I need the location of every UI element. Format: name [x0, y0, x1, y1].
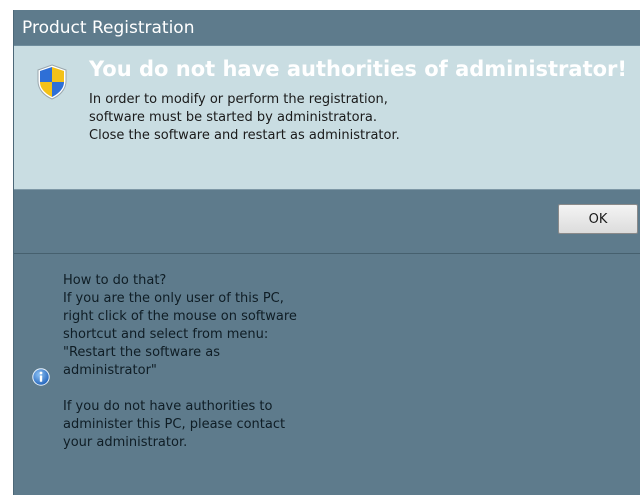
- help-line: If you do not have authorities to: [63, 399, 273, 414]
- help-line: your administrator.: [63, 435, 188, 450]
- help-instructions: How to do that? If you are the only user…: [63, 272, 297, 452]
- help-line: [63, 380, 297, 398]
- help-line: administrator": [63, 363, 157, 378]
- help-line: right click of the mouse on software: [63, 309, 297, 324]
- button-bar: OK: [14, 190, 640, 254]
- help-panel: How to do that? If you are the only user…: [14, 254, 640, 495]
- message-panel: You do not have authorities of administr…: [14, 46, 640, 190]
- error-heading: You do not have authorities of administr…: [89, 57, 627, 81]
- error-message-line: In order to modify or perform the regist…: [89, 92, 388, 107]
- error-message-line: Close the software and restart as admini…: [89, 128, 400, 143]
- help-line: How to do that?: [63, 273, 167, 288]
- help-line: "Restart the software as: [63, 345, 221, 360]
- help-line: shortcut and select from menu:: [63, 327, 269, 342]
- ok-button[interactable]: OK: [558, 204, 638, 234]
- help-line: If you are the only user of this PC,: [63, 291, 284, 306]
- error-message-line: software must be started by administrato…: [89, 110, 378, 125]
- window-title: Product Registration: [14, 10, 640, 46]
- info-icon: [32, 368, 50, 386]
- shield-icon: [37, 64, 67, 100]
- help-line: administer this PC, please contact: [63, 417, 286, 432]
- error-message: In order to modify or perform the regist…: [89, 91, 609, 145]
- registration-dialog: Product Registration You do not have aut…: [13, 10, 640, 495]
